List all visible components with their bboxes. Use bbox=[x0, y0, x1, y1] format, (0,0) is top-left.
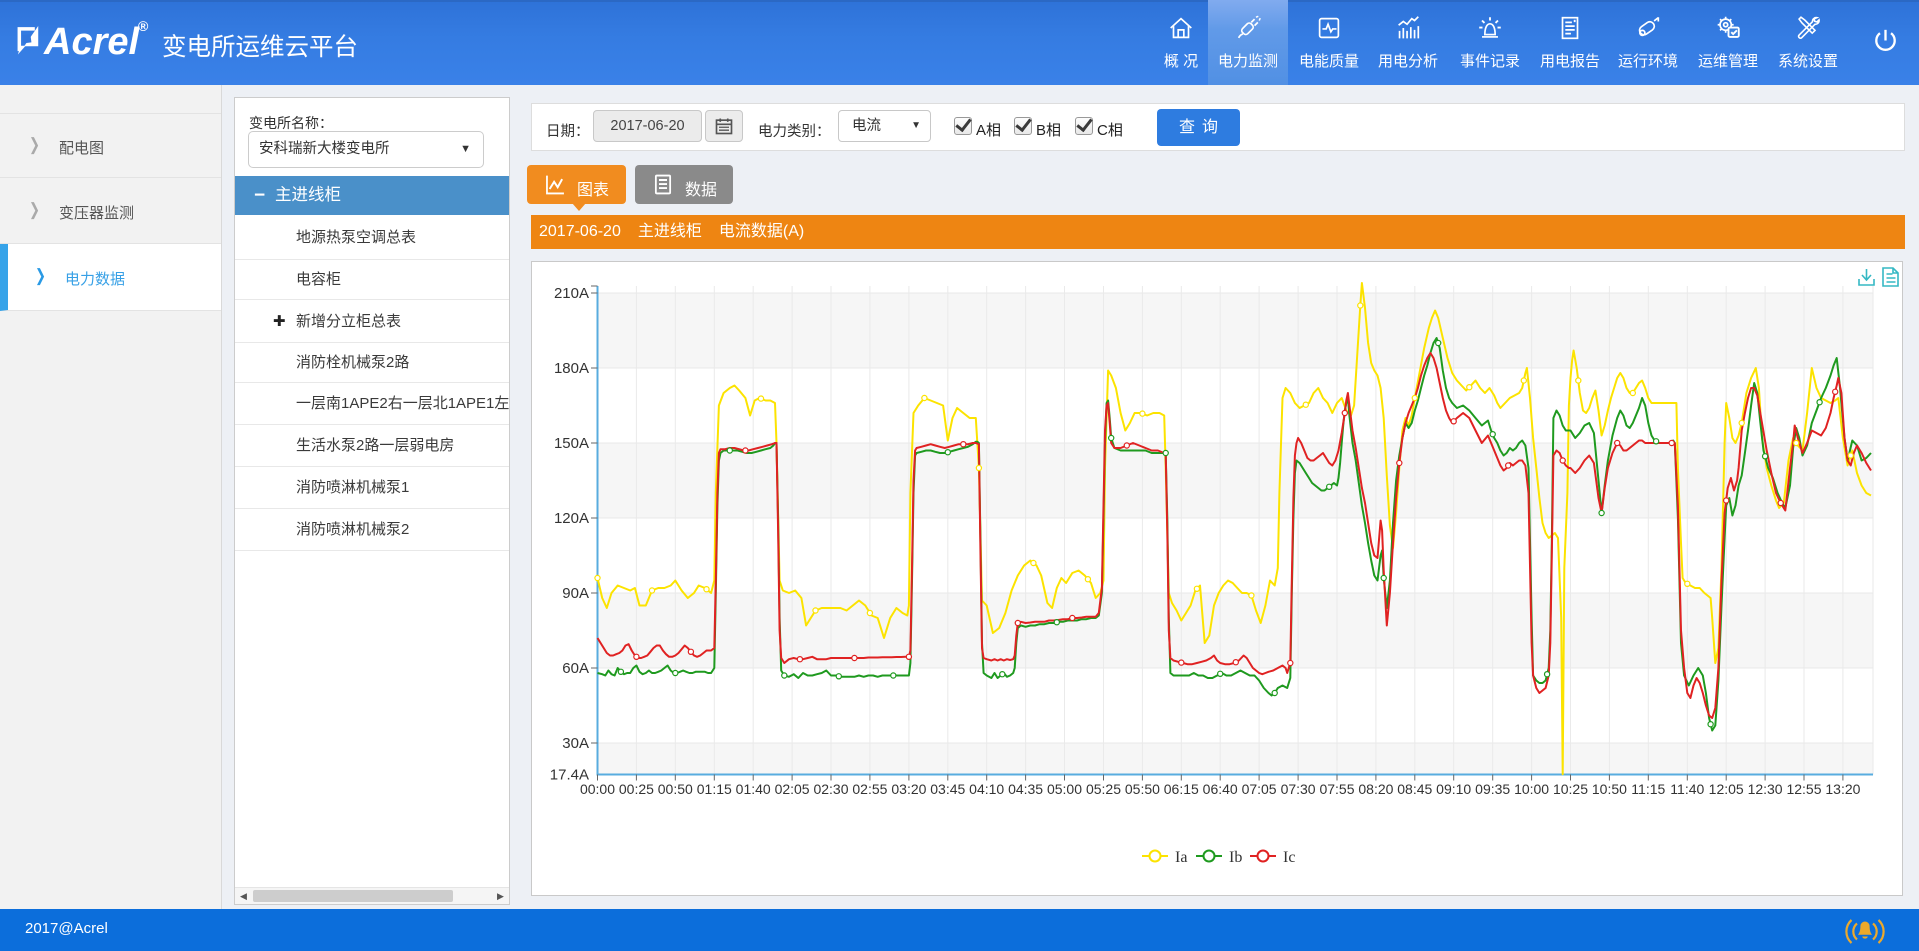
svg-text:04:35: 04:35 bbox=[1008, 781, 1043, 797]
svg-text:08:20: 08:20 bbox=[1358, 781, 1393, 797]
svg-text:02:55: 02:55 bbox=[852, 781, 887, 797]
svg-text:03:45: 03:45 bbox=[930, 781, 965, 797]
svg-text:13:20: 13:20 bbox=[1825, 781, 1860, 797]
svg-text:00:00: 00:00 bbox=[580, 781, 615, 797]
svg-text:05:00: 05:00 bbox=[1047, 781, 1082, 797]
svg-text:10:00: 10:00 bbox=[1514, 781, 1549, 797]
svg-text:05:25: 05:25 bbox=[1086, 781, 1121, 797]
svg-text:Ia: Ia bbox=[1175, 849, 1187, 866]
svg-text:09:35: 09:35 bbox=[1475, 781, 1510, 797]
svg-text:06:15: 06:15 bbox=[1164, 781, 1199, 797]
svg-text:90A: 90A bbox=[562, 585, 589, 602]
svg-text:07:55: 07:55 bbox=[1319, 781, 1354, 797]
svg-text:02:30: 02:30 bbox=[813, 781, 848, 797]
svg-text:12:30: 12:30 bbox=[1748, 781, 1783, 797]
svg-text:03:20: 03:20 bbox=[891, 781, 926, 797]
svg-text:00:25: 00:25 bbox=[619, 781, 654, 797]
svg-text:09:10: 09:10 bbox=[1436, 781, 1471, 797]
svg-text:00:50: 00:50 bbox=[658, 781, 693, 797]
svg-text:Ic: Ic bbox=[1283, 849, 1295, 866]
svg-text:02:05: 02:05 bbox=[775, 781, 810, 797]
svg-text:07:30: 07:30 bbox=[1281, 781, 1316, 797]
svg-text:12:55: 12:55 bbox=[1786, 781, 1821, 797]
svg-text:11:15: 11:15 bbox=[1631, 781, 1665, 797]
svg-text:08:45: 08:45 bbox=[1397, 781, 1432, 797]
svg-text:10:50: 10:50 bbox=[1592, 781, 1627, 797]
svg-text:06:40: 06:40 bbox=[1203, 781, 1238, 797]
svg-text:05:50: 05:50 bbox=[1125, 781, 1160, 797]
svg-text:30A: 30A bbox=[562, 735, 589, 752]
svg-text:210A: 210A bbox=[554, 285, 589, 302]
svg-text:07:05: 07:05 bbox=[1242, 781, 1277, 797]
svg-text:120A: 120A bbox=[554, 510, 589, 527]
svg-text:01:15: 01:15 bbox=[697, 781, 732, 797]
svg-text:01:40: 01:40 bbox=[736, 781, 771, 797]
svg-text:11:40: 11:40 bbox=[1670, 781, 1704, 797]
svg-text:150A: 150A bbox=[554, 435, 589, 452]
svg-text:10:25: 10:25 bbox=[1553, 781, 1588, 797]
svg-text:60A: 60A bbox=[562, 660, 589, 677]
svg-text:04:10: 04:10 bbox=[969, 781, 1004, 797]
svg-text:Ib: Ib bbox=[1229, 849, 1242, 866]
svg-text:180A: 180A bbox=[554, 360, 589, 377]
svg-text:12:05: 12:05 bbox=[1709, 781, 1744, 797]
